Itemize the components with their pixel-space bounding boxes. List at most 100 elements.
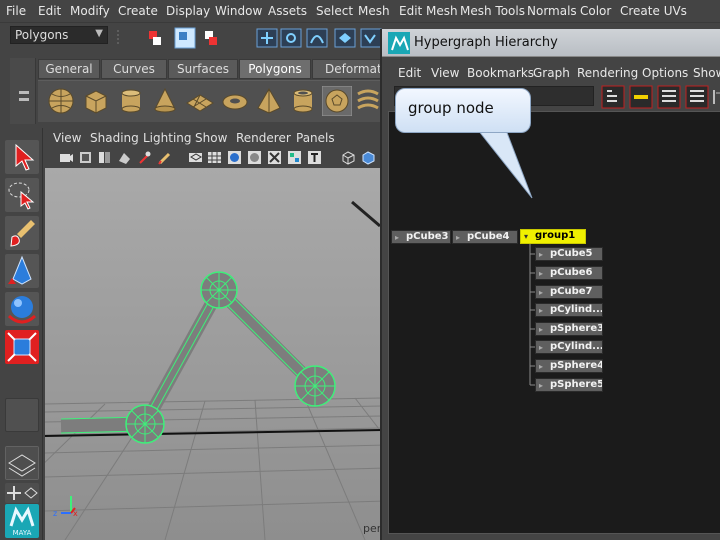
tab-deformation[interactable]: Deformation: [312, 59, 382, 79]
input-connections-icon[interactable]: [629, 85, 653, 109]
snap-curve-icon[interactable]: [280, 28, 302, 48]
camera-icon[interactable]: [59, 150, 74, 165]
node-psphere3[interactable]: ▸ pSphere3: [535, 322, 603, 336]
select-by-object-icon[interactable]: [174, 27, 196, 49]
image-plane-icon[interactable]: [117, 150, 132, 165]
menu-edit-mesh[interactable]: Edit Mesh: [399, 4, 458, 18]
cone-icon[interactable]: [150, 86, 180, 116]
panel-menu-view[interactable]: View: [53, 131, 81, 145]
hg-menu-show[interactable]: Show: [693, 66, 720, 80]
node-pcylinder-a[interactable]: ▸ pCylind...: [535, 303, 603, 317]
quad-layout-icon[interactable]: [5, 483, 39, 503]
default-material-icon[interactable]: [247, 150, 262, 165]
bookmark-icon[interactable]: [97, 150, 112, 165]
menu-mesh-tools[interactable]: Mesh Tools: [460, 4, 525, 18]
menu-create[interactable]: Create: [118, 4, 158, 18]
move-tool-icon[interactable]: [5, 254, 39, 288]
panel-menu-panels[interactable]: Panels: [296, 131, 335, 145]
node-psphere4[interactable]: ▸ pSphere4: [535, 359, 603, 373]
pipe-icon[interactable]: [288, 86, 318, 116]
hg-menu-options[interactable]: Options: [642, 66, 688, 80]
toolbar-overflow-icon[interactable]: [713, 90, 720, 104]
cube-icon[interactable]: [81, 86, 111, 116]
panel-menu-bar: View Shading Lighting Show Renderer Pane…: [45, 128, 385, 148]
perspective-viewport[interactable]: z x per: [45, 168, 385, 540]
tab-surfaces[interactable]: Surfaces: [168, 59, 238, 79]
node-label: pCylind...: [550, 304, 603, 315]
hg-menu-graph[interactable]: Graph: [533, 66, 570, 80]
scene-hierarchy-icon[interactable]: [601, 85, 625, 109]
select-tool-icon[interactable]: [5, 140, 39, 174]
cube-shaded-icon[interactable]: [361, 150, 376, 165]
sphere-icon[interactable]: [46, 86, 76, 116]
hypergraph-graph-area[interactable]: ▸ pCube3 ▸ pCube4 ▾ group1 ▸ pCube5 ▸ pCube6 …: [388, 111, 720, 534]
torus-icon[interactable]: [220, 86, 250, 116]
hg-menu-view[interactable]: View: [431, 66, 459, 80]
shelf-options-icon[interactable]: [10, 58, 36, 124]
menu-assets[interactable]: Assets: [268, 4, 307, 18]
hg-menu-bookmarks[interactable]: Bookmarks: [467, 66, 534, 80]
node-pcube5[interactable]: ▸ pCube5: [535, 247, 603, 261]
last-used-tool-slot[interactable]: [5, 398, 39, 432]
two-d-pan-icon[interactable]: [137, 150, 152, 165]
select-by-component-icon[interactable]: [205, 31, 217, 45]
tab-general[interactable]: General: [38, 59, 100, 79]
node-pcylinder-b[interactable]: ▸ pCylind...: [535, 340, 603, 354]
camera-attributes-icon[interactable]: [78, 150, 93, 165]
snap-live-icon[interactable]: [360, 28, 382, 48]
menu-mesh[interactable]: Mesh: [358, 4, 390, 18]
expand-arrow-icon: ▸: [539, 381, 544, 390]
hg-menu-edit[interactable]: Edit: [398, 66, 421, 80]
layout-icon[interactable]: [5, 446, 39, 480]
panel-menu-lighting[interactable]: Lighting: [143, 131, 192, 145]
snap-point-icon[interactable]: [306, 28, 328, 48]
menu-color[interactable]: Color: [580, 4, 611, 18]
menu-display[interactable]: Display: [166, 4, 210, 18]
panel-menu-show[interactable]: Show: [195, 131, 227, 145]
textured-icon[interactable]: [287, 150, 302, 165]
input-output-connections-icon[interactable]: [685, 85, 709, 109]
output-connections-icon[interactable]: [657, 85, 681, 109]
tab-polygons[interactable]: Polygons: [239, 59, 311, 79]
menu-edit[interactable]: Edit: [38, 4, 61, 18]
grid-icon[interactable]: [207, 150, 222, 165]
smooth-shade-icon[interactable]: [227, 150, 242, 165]
cylinder-icon[interactable]: [116, 86, 146, 116]
isolate-icon[interactable]: [341, 150, 356, 165]
panel-menu-shading[interactable]: Shading: [90, 131, 139, 145]
menu-modify[interactable]: Modify: [70, 4, 110, 18]
menu-set-select[interactable]: Polygons ▼: [10, 26, 108, 44]
wireframe-icon[interactable]: [188, 150, 203, 165]
hypergraph-title-bar[interactable]: Hypergraph Hierarchy: [382, 29, 720, 57]
snap-grid-icon[interactable]: [256, 28, 278, 48]
snap-plane-icon[interactable]: [334, 28, 356, 48]
paint-select-icon[interactable]: [5, 216, 39, 250]
svg-text:z: z: [53, 509, 57, 518]
plane-icon[interactable]: [185, 86, 215, 116]
node-pcube6[interactable]: ▸ pCube6: [535, 266, 603, 280]
menu-normals[interactable]: Normals: [527, 4, 577, 18]
scale-tool-icon[interactable]: [5, 330, 39, 364]
menu-file[interactable]: File: [6, 4, 26, 18]
panel-menu-renderer[interactable]: Renderer: [236, 131, 291, 145]
grease-pencil-icon[interactable]: [157, 150, 172, 165]
rotate-tool-icon[interactable]: [5, 292, 39, 326]
node-psphere5[interactable]: ▸ pSphere5: [535, 378, 603, 392]
axis-gizmo: z x: [53, 496, 78, 518]
expand-arrow-icon: ▸: [539, 250, 544, 259]
lasso-tool-icon[interactable]: [5, 178, 39, 212]
select-by-hierarchy-icon[interactable]: [149, 31, 161, 45]
menu-window[interactable]: Window: [215, 4, 262, 18]
expand-arrow-icon: ▸: [539, 362, 544, 371]
xray-icon[interactable]: [267, 150, 282, 165]
tab-curves[interactable]: Curves: [101, 59, 167, 79]
pyramid-icon[interactable]: [254, 86, 284, 116]
node-pcube7[interactable]: ▸ pCube7: [535, 285, 603, 299]
hg-menu-rendering[interactable]: Rendering: [577, 66, 638, 80]
soccer-ball-icon[interactable]: [322, 86, 352, 116]
menu-create-uvs[interactable]: Create UVs: [620, 4, 687, 18]
menu-select[interactable]: Select: [316, 4, 353, 18]
helix-icon[interactable]: [356, 86, 382, 116]
maya-logo: MAYA: [5, 504, 39, 538]
text-icon[interactable]: [307, 150, 322, 165]
